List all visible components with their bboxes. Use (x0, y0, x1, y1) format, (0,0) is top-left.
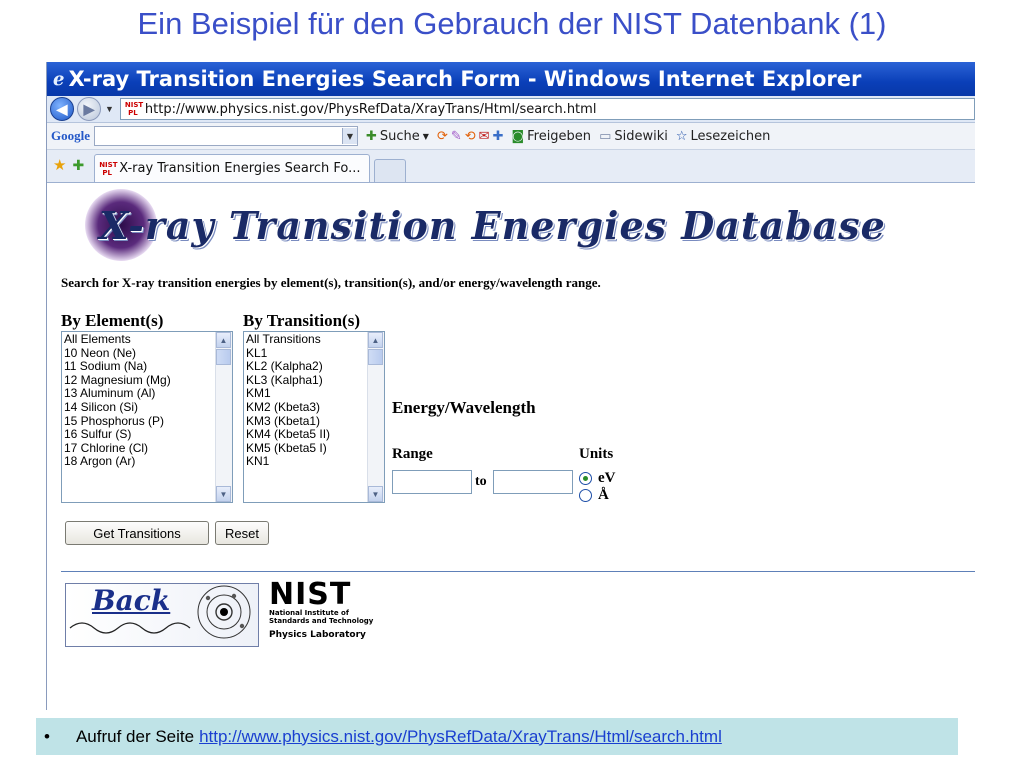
range-to-input[interactable] (493, 470, 573, 494)
tab-bar: ★ ✚ NIST PL X-ray Transition Energies Sea… (47, 150, 975, 183)
unit-ev-label: eV (598, 470, 616, 486)
scroll-up-icon[interactable]: ▲ (216, 332, 231, 348)
scroll-up-icon[interactable]: ▲ (368, 332, 383, 348)
new-tab-button[interactable] (373, 159, 406, 182)
units-label: Units (579, 446, 614, 462)
back-arrow-icon[interactable]: ◀ (50, 97, 74, 121)
transition-option[interactable]: KL1 (246, 347, 366, 361)
add-favorite-icon[interactable]: ✚ (72, 158, 84, 174)
transition-option[interactable]: KM5 (Kbeta5 I) (246, 442, 366, 456)
unit-angstrom-radio[interactable] (579, 489, 592, 502)
browser-window: ℯ X-ray Transition Energies Search Form … (46, 62, 975, 710)
unit-ev-option[interactable]: eV (579, 470, 616, 487)
element-option[interactable]: 18 Argon (Ar) (64, 455, 214, 469)
mail-icon: ✉ (478, 128, 490, 144)
hourglass-icon: ⟳ (436, 128, 448, 144)
favorites-star-icon[interactable]: ★ (53, 156, 66, 174)
tab-label: X-ray Transition Energies Search Fo... (119, 161, 361, 176)
energy-wavelength-heading: Energy/Wavelength (392, 398, 536, 417)
nist-logo: NIST National Institute of Standards and… (269, 577, 374, 641)
tab-xray-search[interactable]: NIST PL X-ray Transition Energies Search … (94, 154, 370, 182)
scroll-down-icon[interactable]: ▼ (368, 486, 383, 502)
transition-select-list[interactable]: All Transitions KL1 KL2 (Kalpha2) KL3 (Kalp… (243, 331, 385, 503)
plus-icon: ✚ (492, 128, 504, 144)
transition-option[interactable]: All Transitions (246, 333, 366, 347)
scroll-thumb[interactable] (368, 349, 383, 365)
address-bar: ◀ ▶ ▼ NIST PL http://www.physics.nist.gov… (47, 96, 975, 123)
chevron-down-icon[interactable]: ▼ (342, 128, 357, 144)
nist-wordmark: NIST (269, 577, 352, 612)
google-logo: Google (51, 128, 90, 143)
transition-option[interactable]: KM3 (Kbeta1) (246, 415, 366, 429)
url-input[interactable]: NIST PL http://www.physics.nist.gov/PhysR… (119, 98, 975, 120)
database-logo: X-ray Transition Energies Database (99, 203, 886, 248)
comment-icon: ▭ (599, 128, 612, 144)
caption-link[interactable]: http://www.physics.nist.gov/PhysRefData/… (199, 727, 722, 747)
search-icon: ✚ (366, 128, 377, 144)
unit-angstrom-label: Å (598, 487, 609, 503)
share-icon: ◙ (511, 128, 525, 144)
by-element-heading: By Element(s) (61, 311, 164, 330)
transition-option[interactable]: KL3 (Kalpha1) (246, 374, 366, 388)
nist-line1: National Institute of (269, 609, 349, 617)
element-option[interactable]: 13 Aluminum (Al) (64, 387, 214, 401)
window-titlebar: ℯ X-ray Transition Energies Search Form … (47, 62, 975, 96)
unit-ev-radio[interactable] (579, 472, 592, 485)
element-select-list[interactable]: All Elements 10 Neon (Ne) 11 Sodium (Na) 12… (61, 331, 233, 503)
element-option[interactable]: All Elements (64, 333, 214, 347)
element-list-scrollbar[interactable]: ▲ ▼ (215, 332, 232, 502)
caption-text: Aufruf der Seite (75, 726, 195, 746)
back-label: Back (92, 584, 171, 617)
element-option[interactable]: 15 Phosphorus (P) (64, 415, 214, 429)
window-title: X-ray Transition Energies Search Form - … (68, 67, 862, 91)
divider (61, 571, 975, 572)
sidewiki-button[interactable]: ▭ Sidewiki (599, 129, 668, 144)
forward-arrow-icon[interactable]: ▶ (77, 97, 101, 121)
bookmarks-button[interactable]: ☆ Lesezeichen (676, 129, 771, 144)
to-label: to (475, 474, 487, 489)
get-transitions-button[interactable]: Get Transitions (65, 521, 209, 545)
search-button[interactable]: ✚ Suche ▼ (366, 129, 429, 144)
slide-title: Ein Beispiel für den Gebrauch der NIST D… (137, 6, 887, 41)
element-option[interactable]: 10 Neon (Ne) (64, 347, 214, 361)
url-text: http://www.physics.nist.gov/PhysRefData/… (144, 101, 597, 117)
element-option[interactable]: 12 Magnesium (Mg) (64, 374, 214, 388)
nist-favicon-icon: NIST PL (99, 160, 118, 177)
share-button[interactable]: ◙ Freigeben (511, 129, 591, 144)
bullet: • (44, 726, 50, 746)
element-option[interactable]: 14 Silicon (Si) (64, 401, 214, 415)
nist-favicon-icon: NIST PL (124, 101, 144, 117)
toolbar-icon-group[interactable]: ⟳ ✎ ⟲ ✉ ✚ (437, 129, 504, 144)
transition-option[interactable]: KM2 (Kbeta3) (246, 401, 366, 415)
history-dropdown-icon[interactable]: ▼ (105, 104, 114, 114)
page-content: X-ray Transition Energies Database Searc… (47, 183, 975, 710)
search-description: Search for X-ray transition energies by … (61, 275, 601, 290)
ie-icon: ℯ (53, 68, 65, 90)
caption-bar: • Aufruf der Seite http://www.physics.ni… (36, 718, 958, 755)
transition-list-scrollbar[interactable]: ▲ ▼ (367, 332, 384, 502)
element-option[interactable]: 11 Sodium (Na) (64, 360, 214, 374)
range-label: Range (392, 446, 433, 462)
google-toolbar: Google ▼ ✚ Suche ▼ ⟳ ✎ ⟲ ✉ ✚ ◙ Freigeben… (47, 123, 975, 150)
element-option[interactable]: 16 Sulfur (S) (64, 428, 214, 442)
transition-option[interactable]: KM4 (Kbeta5 II) (246, 428, 366, 442)
transition-option[interactable]: KL2 (Kalpha2) (246, 360, 366, 374)
star-icon: ☆ (675, 128, 688, 144)
scroll-down-icon[interactable]: ▼ (216, 486, 231, 502)
back-link[interactable]: Back (65, 583, 259, 647)
transition-option[interactable]: KN1 (246, 455, 366, 469)
nist-line2: Standards and Technology (269, 617, 374, 625)
paint-icon: ✎ (450, 128, 462, 144)
range-from-input[interactable] (392, 470, 472, 494)
google-search-input[interactable]: ▼ (94, 126, 358, 146)
reset-button[interactable]: Reset (215, 521, 269, 545)
unit-angstrom-option[interactable]: Å (579, 487, 609, 504)
scroll-thumb[interactable] (216, 349, 231, 365)
transition-option[interactable]: KM1 (246, 387, 366, 401)
element-option[interactable]: 17 Chlorine (Cl) (64, 442, 214, 456)
translate-icon: ⟲ (464, 128, 476, 144)
by-transition-heading: By Transition(s) (243, 311, 360, 330)
physics-lab-label: Physics Laboratory (269, 630, 366, 640)
